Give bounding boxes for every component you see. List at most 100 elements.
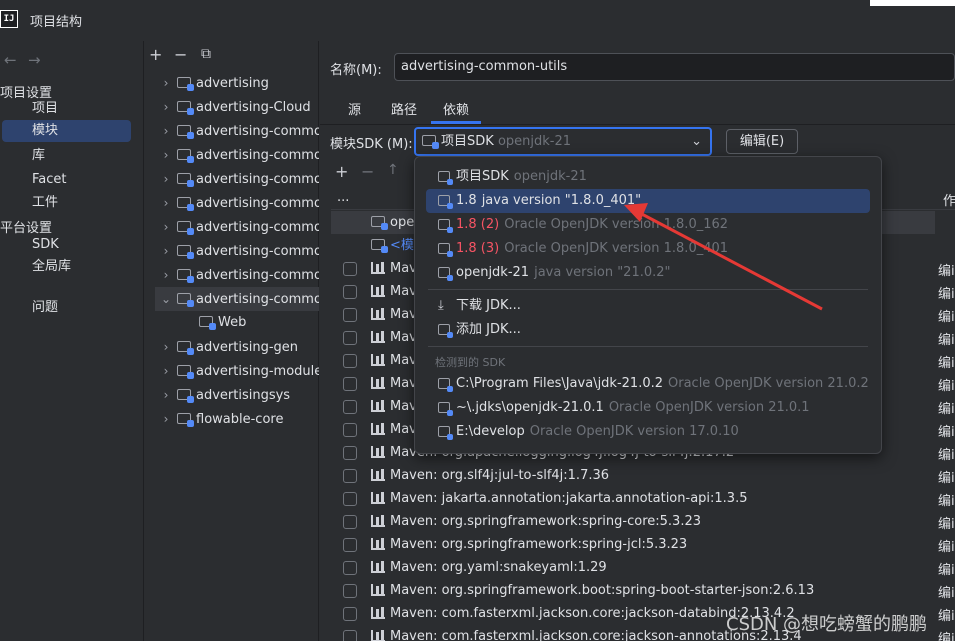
chevron-down-icon[interactable]: ⌄ [155, 287, 177, 311]
dependency-scope[interactable]: 编i [938, 559, 955, 578]
chevron-right-icon[interactable]: › [155, 383, 177, 407]
remove-module-icon[interactable]: − [174, 45, 187, 64]
dependency-scope[interactable]: 编i [938, 513, 955, 532]
chevron-right-icon[interactable]: › [155, 215, 177, 239]
add-module-icon[interactable]: + [149, 45, 162, 64]
chevron-right-icon[interactable]: › [155, 191, 177, 215]
dependency-scope[interactable]: 编i [938, 375, 955, 394]
chevron-right-icon[interactable]: › [155, 119, 177, 143]
copy-module-icon[interactable]: ⧉ [201, 46, 211, 62]
export-checkbox[interactable] [343, 308, 357, 322]
tree-module-row[interactable]: › advertisingsys [155, 383, 319, 407]
dependency-scope[interactable]: 编i [938, 329, 955, 348]
nav-item-global-libraries[interactable]: 全局库 [2, 256, 131, 278]
dependency-row[interactable]: Maven: org.slf4j:jul-to-slf4j:1.7.36 [331, 464, 935, 487]
tree-module-row[interactable]: › advertising-common [155, 191, 319, 215]
export-checkbox[interactable] [343, 377, 357, 391]
export-checkbox[interactable] [343, 561, 357, 575]
remove-dependency-icon[interactable]: − [361, 162, 374, 181]
dependency-scope[interactable]: 编i [938, 536, 955, 555]
export-checkbox[interactable] [343, 446, 357, 460]
export-checkbox[interactable] [343, 607, 357, 621]
tree-module-row[interactable]: › advertising-common [155, 167, 319, 191]
export-checkbox[interactable] [343, 354, 357, 368]
dependency-scope[interactable]: 编i [938, 582, 955, 601]
tab-paths[interactable]: 路径 [391, 99, 417, 118]
add-jdk-item[interactable]: 添加 JDK... [426, 318, 870, 342]
export-checkbox[interactable] [343, 285, 357, 299]
nav-item-project[interactable]: 项目 [2, 98, 131, 120]
sdk-option[interactable]: 1.8 (3) Oracle OpenJDK version 1.8.0_401 [426, 237, 870, 261]
dependency-scope[interactable]: 编i [938, 421, 955, 440]
dependency-scope[interactable]: 编i [938, 352, 955, 371]
export-checkbox[interactable] [343, 331, 357, 345]
tree-module-row[interactable]: Web [155, 311, 319, 335]
dependency-scope[interactable]: 编i [938, 260, 955, 279]
module-name-input[interactable]: advertising-common-utils [394, 53, 955, 81]
tree-module-row[interactable]: › advertising-common [155, 143, 319, 167]
export-checkbox[interactable] [343, 469, 357, 483]
download-jdk-item[interactable]: ⤓ 下载 JDK... [426, 294, 870, 318]
export-checkbox[interactable] [343, 400, 357, 414]
nav-item-problems[interactable]: 问题 [2, 297, 131, 319]
dependency-scope[interactable]: 编i [938, 605, 955, 624]
tree-module-row[interactable]: › advertising-common [155, 119, 319, 143]
dependency-row[interactable]: Maven: org.springframework.boot:spring-b… [331, 579, 935, 602]
export-checkbox[interactable] [343, 584, 357, 598]
detected-sdk-option[interactable]: E:\develop Oracle OpenJDK version 17.0.10 [426, 420, 870, 444]
chevron-right-icon[interactable]: › [155, 335, 177, 359]
dependency-scope[interactable]: 编i [938, 306, 955, 325]
move-up-icon[interactable]: ↑ [387, 162, 399, 178]
chevron-right-icon[interactable]: › [155, 359, 177, 383]
dependency-row[interactable]: Maven: org.springframework:spring-core:5… [331, 510, 935, 533]
tree-module-row[interactable]: ⌄ advertising-common [155, 287, 319, 311]
chevron-right-icon[interactable]: › [155, 143, 177, 167]
dependency-scope[interactable]: 编i [938, 628, 955, 641]
sdk-option[interactable]: 1.8 java version "1.8.0_401" [426, 189, 870, 213]
chevron-right-icon[interactable]: › [155, 95, 177, 119]
dependency-scope[interactable]: 编i [938, 398, 955, 417]
export-checkbox[interactable] [343, 630, 357, 641]
export-checkbox[interactable] [343, 492, 357, 506]
nav-item-libraries[interactable]: 库 [2, 145, 131, 167]
tree-module-row[interactable]: › advertising-common [155, 263, 319, 287]
export-checkbox[interactable] [343, 538, 357, 552]
tree-module-row[interactable]: › advertising-module [155, 359, 319, 383]
nav-item-facet[interactable]: Facet [2, 169, 131, 191]
nav-item-modules[interactable]: 模块 [2, 120, 131, 142]
tree-module-row[interactable]: › advertising-gen [155, 335, 319, 359]
dependency-row[interactable]: Maven: jakarta.annotation:jakarta.annota… [331, 487, 935, 510]
chevron-right-icon[interactable]: › [155, 167, 177, 191]
dependency-scope[interactable]: 编i [938, 467, 955, 486]
dependency-scope[interactable]: 编i [938, 490, 955, 509]
sdk-option[interactable]: 项目SDK openjdk-21 [426, 165, 870, 189]
module-sdk-combobox[interactable]: 项目SDK openjdk-21 ⌄ [414, 127, 712, 156]
tab-dependencies[interactable]: 依赖 [443, 99, 469, 118]
forward-arrow-icon[interactable]: → [28, 51, 41, 69]
dependency-scope[interactable]: 编i [938, 444, 955, 463]
sdk-option[interactable]: openjdk-21 java version "21.0.2" [426, 261, 870, 285]
export-checkbox[interactable] [343, 423, 357, 437]
tree-module-row[interactable]: › advertising-common [155, 215, 319, 239]
chevron-right-icon[interactable]: › [155, 263, 177, 287]
detected-sdk-option[interactable]: ~\.jdks\openjdk-21.0.1 Oracle OpenJDK ver… [426, 396, 870, 420]
edit-sdk-button[interactable]: 编辑(E) [726, 129, 798, 154]
dependency-row[interactable]: Maven: org.springframework:spring-jcl:5.… [331, 533, 935, 556]
tree-module-row[interactable]: › advertising-common [155, 239, 319, 263]
detected-sdk-option[interactable]: C:\Program Files\Java\jdk-21.0.2 Oracle O… [426, 372, 870, 396]
nav-item-artifacts[interactable]: 工件 [2, 192, 131, 214]
sdk-option[interactable]: 1.8 (2) Oracle OpenJDK version 1.8.0_162 [426, 213, 870, 237]
export-checkbox[interactable] [343, 262, 357, 276]
tab-sources[interactable]: 源 [348, 99, 361, 118]
add-dependency-icon[interactable]: + [335, 162, 348, 181]
nav-item-sdk[interactable]: SDK [2, 234, 131, 256]
tree-module-row[interactable]: › advertising-Cloud [155, 95, 319, 119]
back-arrow-icon[interactable]: ← [4, 51, 17, 69]
chevron-right-icon[interactable]: › [155, 239, 177, 263]
chevron-right-icon[interactable]: › [155, 407, 177, 431]
dependency-row[interactable]: Maven: org.yaml:snakeyaml:1.29 [331, 556, 935, 579]
dependency-scope[interactable]: 编i [938, 283, 955, 302]
export-checkbox[interactable] [343, 515, 357, 529]
chevron-right-icon[interactable]: › [155, 71, 177, 95]
tree-module-row[interactable]: › advertising [155, 71, 319, 95]
